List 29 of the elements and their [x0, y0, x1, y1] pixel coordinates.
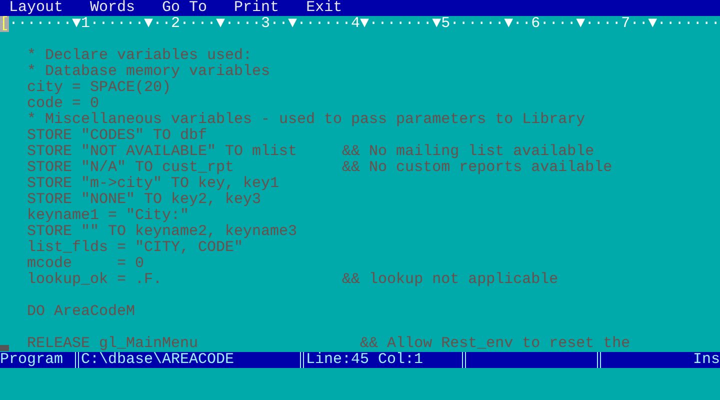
code-line: list_flds = "CITY, CODE" — [27, 240, 244, 256]
menu-item[interactable]: Print — [234, 0, 280, 16]
code-line: code = 0 — [27, 96, 100, 112]
menu-item[interactable]: Go To — [162, 0, 208, 16]
mode-label: Program — [0, 352, 64, 368]
code-line: keyname1 = "City:" — [27, 208, 190, 224]
menu-item[interactable]: Layout — [9, 0, 64, 16]
code-line: * Database memory variables — [27, 64, 270, 80]
code-line: STORE "CODES" TO dbf — [27, 128, 208, 144]
code-line: lookup_ok = .F. && lookup not applicable — [27, 272, 558, 288]
code-line: RELEASE gl_MainMenu && Allow Rest_env to reset the — [27, 336, 630, 352]
code-line: * Declare variables used: — [27, 48, 252, 64]
code-line: STORE "NOT AVAILABLE" TO mlist && No mailing list available — [27, 144, 594, 160]
file-path: C:\dbase\AREACODE — [81, 352, 236, 368]
ruler-scale: ·······▼1······▼··2····▼····3··▼······4▼·······▼5······▼··6····▼····7··▼······· — [9, 16, 720, 32]
code-line: STORE "" TO keyname2, keyname3 — [27, 224, 298, 240]
cursor-position: Line:45 Col:1 — [306, 352, 424, 368]
code-line: city = SPACE(20) — [27, 80, 172, 96]
menu-item[interactable]: Words — [90, 0, 136, 16]
insert-mode: Ins — [692, 352, 720, 368]
code-line: STORE "N/A" TO cust_rpt && No custom reports available — [27, 160, 612, 176]
menu-item[interactable]: Exit — [306, 0, 342, 16]
code-line: DO AreaCodeM — [27, 304, 136, 320]
code-line: * Miscellaneous variables - used to pass parameters to Library — [27, 112, 586, 128]
code-line: mcode = 0 — [27, 256, 144, 272]
code-line: STORE "m->city" TO key, key1 — [27, 176, 280, 192]
text-cursor — [0, 345, 9, 351]
margin-marker: [ — [0, 16, 9, 32]
code-line: STORE "NONE" TO key2, key3 — [27, 192, 262, 208]
